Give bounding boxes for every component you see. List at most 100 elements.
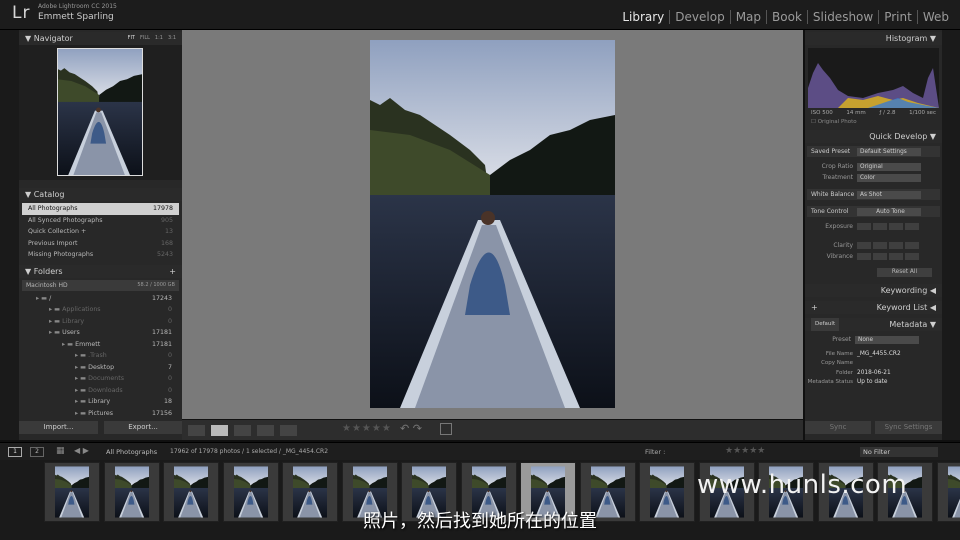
collapse-triangle-icon: ◀ (929, 303, 936, 312)
right-panel-edge[interactable] (942, 30, 960, 440)
module-develop[interactable]: Develop (669, 10, 729, 24)
add-keyword-icon[interactable]: + (811, 301, 818, 314)
folder-row[interactable]: ▸ ▬ Library 18 (19, 396, 182, 408)
folder-icon: ▸ ▬ (62, 340, 76, 348)
left-panel-buttons: Import... Export... (19, 421, 182, 434)
folder-row[interactable]: ▸ ▬ Applications 0 (19, 304, 182, 316)
filmstrip-bar: 1 2 ▦ ◀ ▶ All Photographs 17962 of 17978… (0, 442, 960, 460)
volume-bar[interactable]: Macintosh HD 58.2 / 1000 GB (22, 279, 179, 291)
collapse-triangle-icon: ▼ (929, 132, 936, 141)
original-photo-toggle[interactable]: ☐ Original Photo (805, 116, 942, 128)
compare-view-icon[interactable] (234, 425, 251, 436)
grid-icon[interactable]: ▦ (56, 446, 65, 456)
filmstrip-source[interactable]: All Photographs (106, 448, 157, 456)
keyword-list-header[interactable]: + Keyword List ◀ (805, 301, 942, 314)
zoom-1-1[interactable]: 1:1 (155, 32, 163, 45)
module-slideshow[interactable]: Slideshow (806, 10, 878, 24)
survey-view-icon[interactable] (257, 425, 274, 436)
catalog-item[interactable]: Previous Import 168 (22, 238, 179, 250)
collapse-triangle-icon: ◀ (929, 286, 936, 295)
catalog-item[interactable]: All Synced Photographs 905 (22, 215, 179, 227)
folder-row[interactable]: ▸ ▬ Desktop 7 (19, 362, 182, 374)
metadata-set-select[interactable]: Default (811, 318, 840, 331)
quick-develop-header[interactable]: Quick Develop ▼ (805, 130, 942, 143)
catalog-item[interactable]: Quick Collection +13 (22, 226, 179, 238)
zoom-fit[interactable]: FIT (128, 32, 135, 45)
module-map[interactable]: Map (729, 10, 766, 24)
folders-title: Folders (33, 266, 63, 276)
catalog-item[interactable]: All Photographs 17978 (22, 203, 179, 215)
zoom-3-1[interactable]: 3:1 (168, 32, 176, 45)
histogram-header[interactable]: Histogram ▼ (805, 32, 942, 45)
folder-row[interactable]: ▸ ▬ .Trash 0 (19, 350, 182, 362)
collapse-triangle-icon: ▼ (929, 320, 936, 329)
folder-row[interactable]: ▸ ▬ /17243 (19, 293, 182, 305)
rotate-icon[interactable]: ↶ ↷ (400, 422, 422, 435)
right-panel-buttons: Sync Sync Settings (805, 421, 942, 434)
exposure-steppers[interactable] (857, 223, 919, 230)
top-bar: Lr Adobe Lightroom CC 2015 Emmett Sparli… (0, 0, 960, 30)
view-mode-buttons (188, 425, 297, 436)
lightroom-logo: Lr (12, 3, 31, 23)
file-name-value[interactable]: _MG_4455.CR2 (857, 351, 901, 357)
loupe-view-icon[interactable] (211, 425, 228, 436)
clarity-steppers[interactable] (857, 242, 919, 249)
folder-row[interactable]: ▸ ▬ Emmett 17181 (19, 339, 182, 351)
folder-icon: ▸ ▬ (75, 409, 89, 417)
main-window-button[interactable]: 1 (8, 447, 22, 457)
metadata-header[interactable]: Default Metadata ▼ (805, 318, 942, 331)
filter-preset-select[interactable]: No Filter (860, 447, 938, 457)
treatment-select[interactable]: Color (857, 173, 921, 182)
sync-button[interactable]: Sync (805, 421, 871, 434)
zoom-fill[interactable]: FILL (140, 32, 150, 45)
folder-icon: ▸ ▬ (75, 363, 89, 371)
module-book[interactable]: Book (766, 10, 807, 24)
collapse-triangle-icon: ▼ (25, 266, 34, 276)
crop-ratio-select[interactable]: Original (857, 162, 921, 171)
library-toolbar: ★★★★★ ↶ ↷ (182, 419, 803, 440)
catalog-list: All Photographs 17978 All Synced Photogra… (19, 201, 182, 263)
module-print[interactable]: Print (878, 10, 917, 24)
metadata-preset-select[interactable]: None (855, 335, 919, 344)
watermark: www.hunls.com (697, 470, 908, 500)
secondary-window-button[interactable]: 2 (30, 447, 44, 457)
nav-arrows-icon[interactable]: ◀ ▶ (74, 446, 89, 455)
saved-preset-select[interactable]: Default Settings (857, 147, 921, 156)
module-library[interactable]: Library (617, 10, 669, 24)
folder-icon: ▸ ▬ (49, 306, 63, 313)
folder-row[interactable]: ▸ ▬ Library 0 (19, 316, 182, 328)
catalog-item[interactable]: Missing Photographs 5243 (22, 249, 179, 261)
folder-list: ▸ ▬ /17243 ▸ ▬ Applications 0 ▸ ▬ Library 0 ▸… (19, 293, 182, 420)
rating-stars-icon[interactable]: ★★★★★ (342, 423, 392, 434)
metadata-fields: File Name _MG_4455.CR2 Copy Name Folder 20… (807, 350, 901, 386)
left-panel-edge[interactable] (0, 30, 19, 440)
navigator-header[interactable]: ▼ Navigator FIT FILL 1:1 3:1 (19, 32, 182, 45)
export-button[interactable]: Export... (104, 421, 182, 434)
module-web[interactable]: Web (916, 10, 954, 24)
filter-stars-icon[interactable]: ★★★★★ (725, 446, 765, 456)
catalog-header[interactable]: ▼ Catalog (19, 188, 182, 201)
main-photo[interactable] (370, 40, 615, 408)
right-panel: Histogram ▼ ISO 500 14 mm ƒ / 2.8 1/100 … (805, 30, 942, 440)
navigator-preview[interactable] (19, 45, 182, 180)
folder-value[interactable]: 2018-06-21 (857, 370, 891, 376)
auto-tone-button[interactable]: Auto Tone (857, 207, 921, 216)
sync-settings-button[interactable]: Sync Settings (875, 421, 942, 434)
app-title: Adobe Lightroom CC 2015 (38, 3, 117, 10)
folder-row[interactable]: ▸ ▬ Pictures 17156 (19, 408, 182, 420)
folder-icon: ▸ ▬ (49, 317, 63, 325)
grid-view-icon[interactable] (188, 425, 205, 436)
folder-row[interactable]: ▸ ▬ Users 17181 (19, 327, 182, 339)
folders-header[interactable]: ▼ Folders + (19, 264, 182, 278)
import-button[interactable]: Import... (19, 421, 98, 434)
people-view-icon[interactable] (280, 425, 297, 436)
white-balance-select[interactable]: As Shot (857, 190, 921, 199)
histogram-graph[interactable] (808, 48, 939, 108)
reset-all-button[interactable]: Reset All (877, 268, 932, 277)
crop-overlay-icon[interactable] (440, 423, 452, 435)
add-folder-button[interactable]: + (169, 265, 176, 278)
vibrance-steppers[interactable] (857, 253, 919, 260)
folder-row[interactable]: ▸ ▬ Downloads 0 (19, 385, 182, 397)
folder-row[interactable]: ▸ ▬ Documents 0 (19, 373, 182, 385)
keywording-header[interactable]: Keywording ◀ (805, 284, 942, 297)
